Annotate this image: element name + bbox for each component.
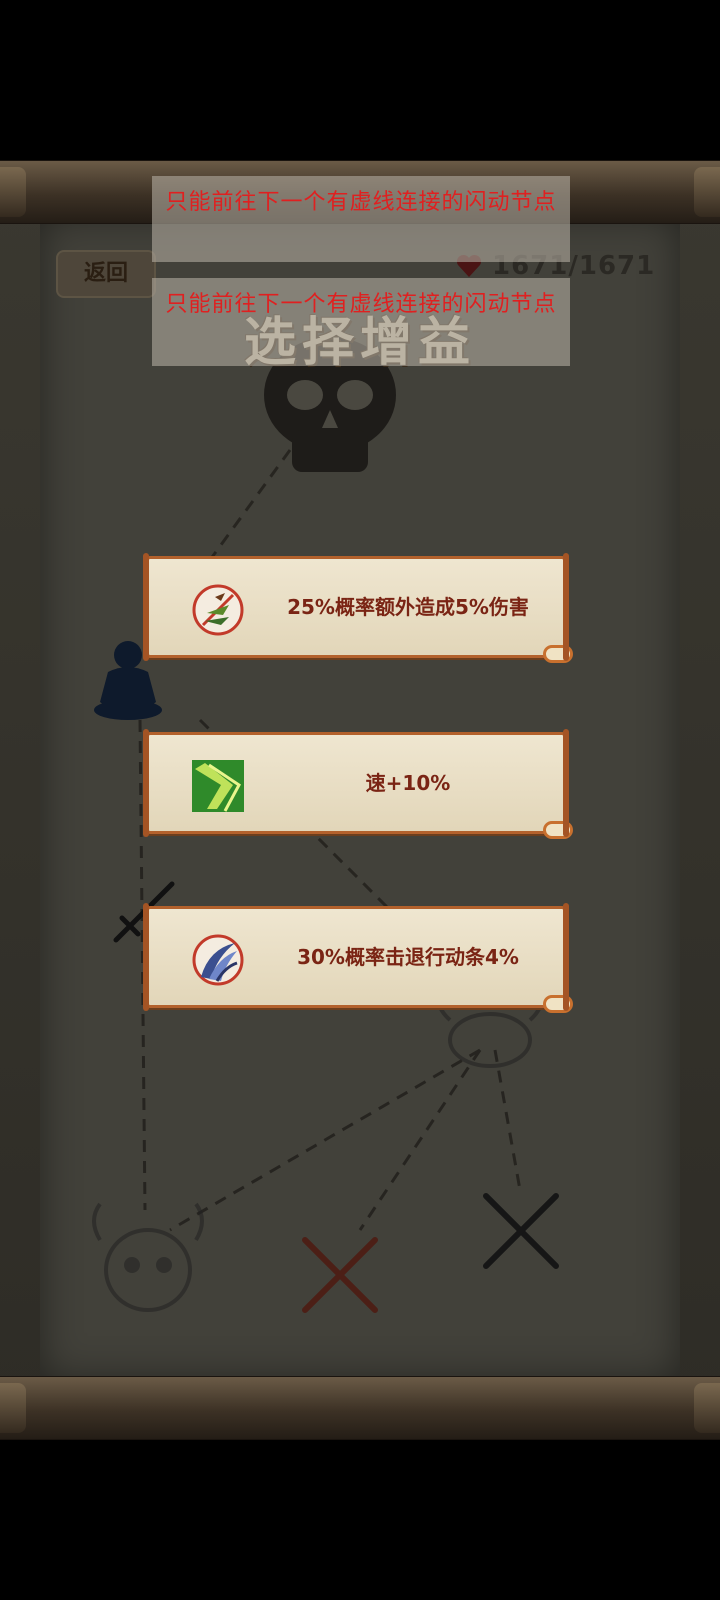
crossed-swords-dark-node[interactable] xyxy=(483,1193,559,1269)
rod-end-left xyxy=(0,167,26,217)
claw-icon xyxy=(192,934,244,986)
rod-end-right xyxy=(694,1383,720,1433)
buff-text: 速+10% xyxy=(365,771,451,795)
buff-card[interactable]: 25%概率额外造成5%伤害 xyxy=(143,553,573,663)
buff-card[interactable]: 30%概率击退行动条4% xyxy=(143,903,573,1013)
scroll-bottom-rod xyxy=(0,1376,720,1440)
toast-message: 只能前往下一个有虚线连接的闪动节点 xyxy=(152,176,570,262)
scroll-curl xyxy=(543,821,573,839)
crossed-swords-red-node[interactable] xyxy=(302,1237,378,1313)
arrows-icon xyxy=(192,584,244,636)
back-button[interactable]: 返回 xyxy=(58,252,154,296)
scroll-curl xyxy=(543,995,573,1013)
rod-end-left xyxy=(0,1383,26,1433)
speed-icon xyxy=(192,760,244,812)
buff-card[interactable]: 速+10% xyxy=(143,729,573,839)
scroll-curl xyxy=(543,645,573,663)
rod-end-right xyxy=(694,167,720,217)
game-screen: 返回 1671/1671 选择增益 只能前往下一个有虚线连接的闪动节点 只能前往… xyxy=(0,0,720,1600)
buff-text: 30%概率击退行动条4% xyxy=(297,945,519,969)
buff-text: 25%概率额外造成5%伤害 xyxy=(287,595,529,619)
toast-message: 只能前往下一个有虚线连接的闪动节点 xyxy=(152,278,570,366)
